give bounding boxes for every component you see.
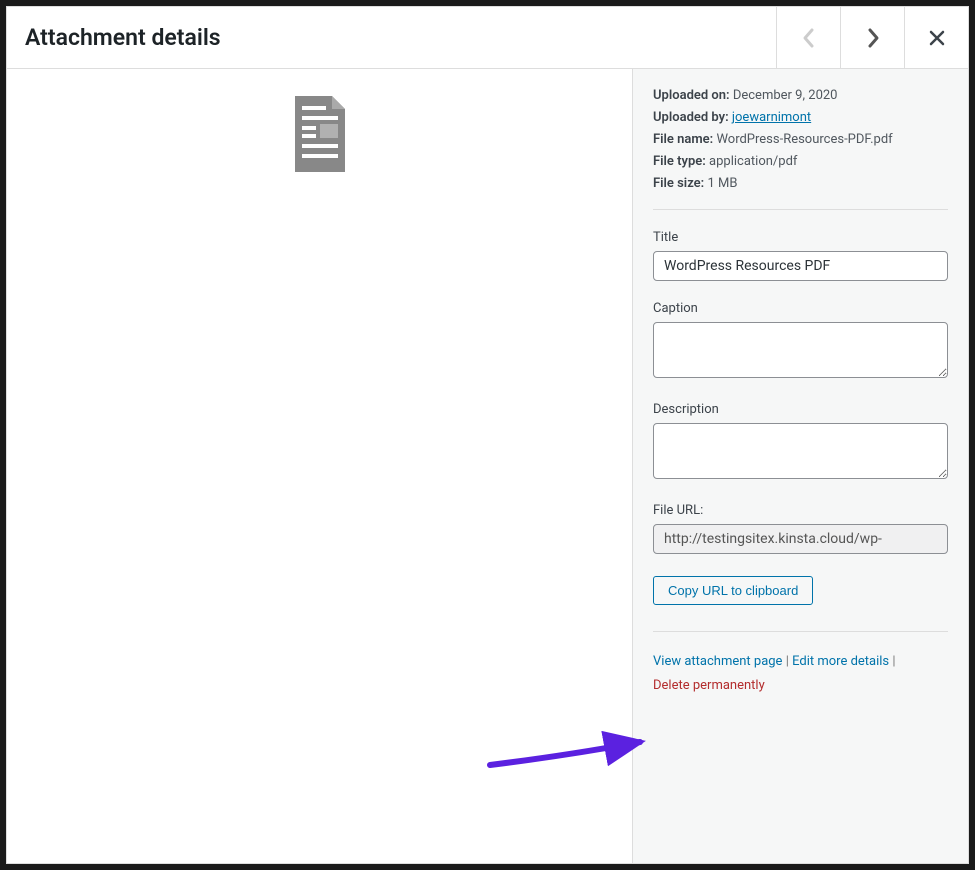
uploaded-by-label: Uploaded by: [653,110,729,125]
modal-body: Uploaded on: December 9, 2020 Uploaded b… [7,69,968,863]
meta-info: Uploaded on: December 9, 2020 Uploaded b… [653,85,948,210]
title-input[interactable] [653,251,948,281]
close-button[interactable] [904,7,968,68]
file-name-label: File name: [653,132,713,147]
file-type-label: File type: [653,154,706,169]
title-label: Title [653,230,948,245]
uploaded-on-value: December 9, 2020 [733,88,838,103]
edit-more-link[interactable]: Edit more details [792,654,889,669]
file-size-row: File size: 1 MB [653,173,948,195]
chevron-right-icon [865,26,881,50]
modal-title: Attachment details [25,24,221,51]
file-name-value: WordPress-Resources-PDF.pdf [716,132,892,147]
delete-link[interactable]: Delete permanently [653,678,765,693]
uploaded-by-link[interactable]: joewarnimont [732,110,811,125]
fileurl-label: File URL: [653,503,948,518]
attachment-preview [7,69,633,863]
description-input[interactable] [653,423,948,479]
uploaded-by-row: Uploaded by: joewarnimont [653,107,948,129]
attachment-details-modal: Attachment details [6,6,969,864]
file-name-row: File name: WordPress-Resources-PDF.pdf [653,129,948,151]
separator: | [892,654,895,669]
caption-input[interactable] [653,322,948,378]
fileurl-field: File URL: [653,503,948,554]
header-nav-buttons [776,7,968,68]
details-sidebar: Uploaded on: December 9, 2020 Uploaded b… [633,69,968,863]
view-attachment-link[interactable]: View attachment page [653,654,782,669]
modal-header: Attachment details [7,7,968,69]
file-type-row: File type: application/pdf [653,151,948,173]
copy-url-button[interactable]: Copy URL to clipboard [653,576,813,605]
action-links: View attachment page | Edit more details… [653,631,948,697]
description-field: Description [653,402,948,483]
next-button[interactable] [840,7,904,68]
prev-button [776,7,840,68]
file-type-value: application/pdf [709,154,797,169]
document-file-icon [290,94,350,174]
caption-label: Caption [653,301,948,316]
caption-field: Caption [653,301,948,382]
title-field: Title [653,230,948,281]
uploaded-on-label: Uploaded on: [653,88,730,103]
fileurl-input[interactable] [653,524,948,554]
uploaded-on-row: Uploaded on: December 9, 2020 [653,85,948,107]
file-size-label: File size: [653,176,704,191]
description-label: Description [653,402,948,417]
close-icon [928,29,946,47]
file-size-value: 1 MB [707,176,737,191]
chevron-left-icon [801,26,817,50]
